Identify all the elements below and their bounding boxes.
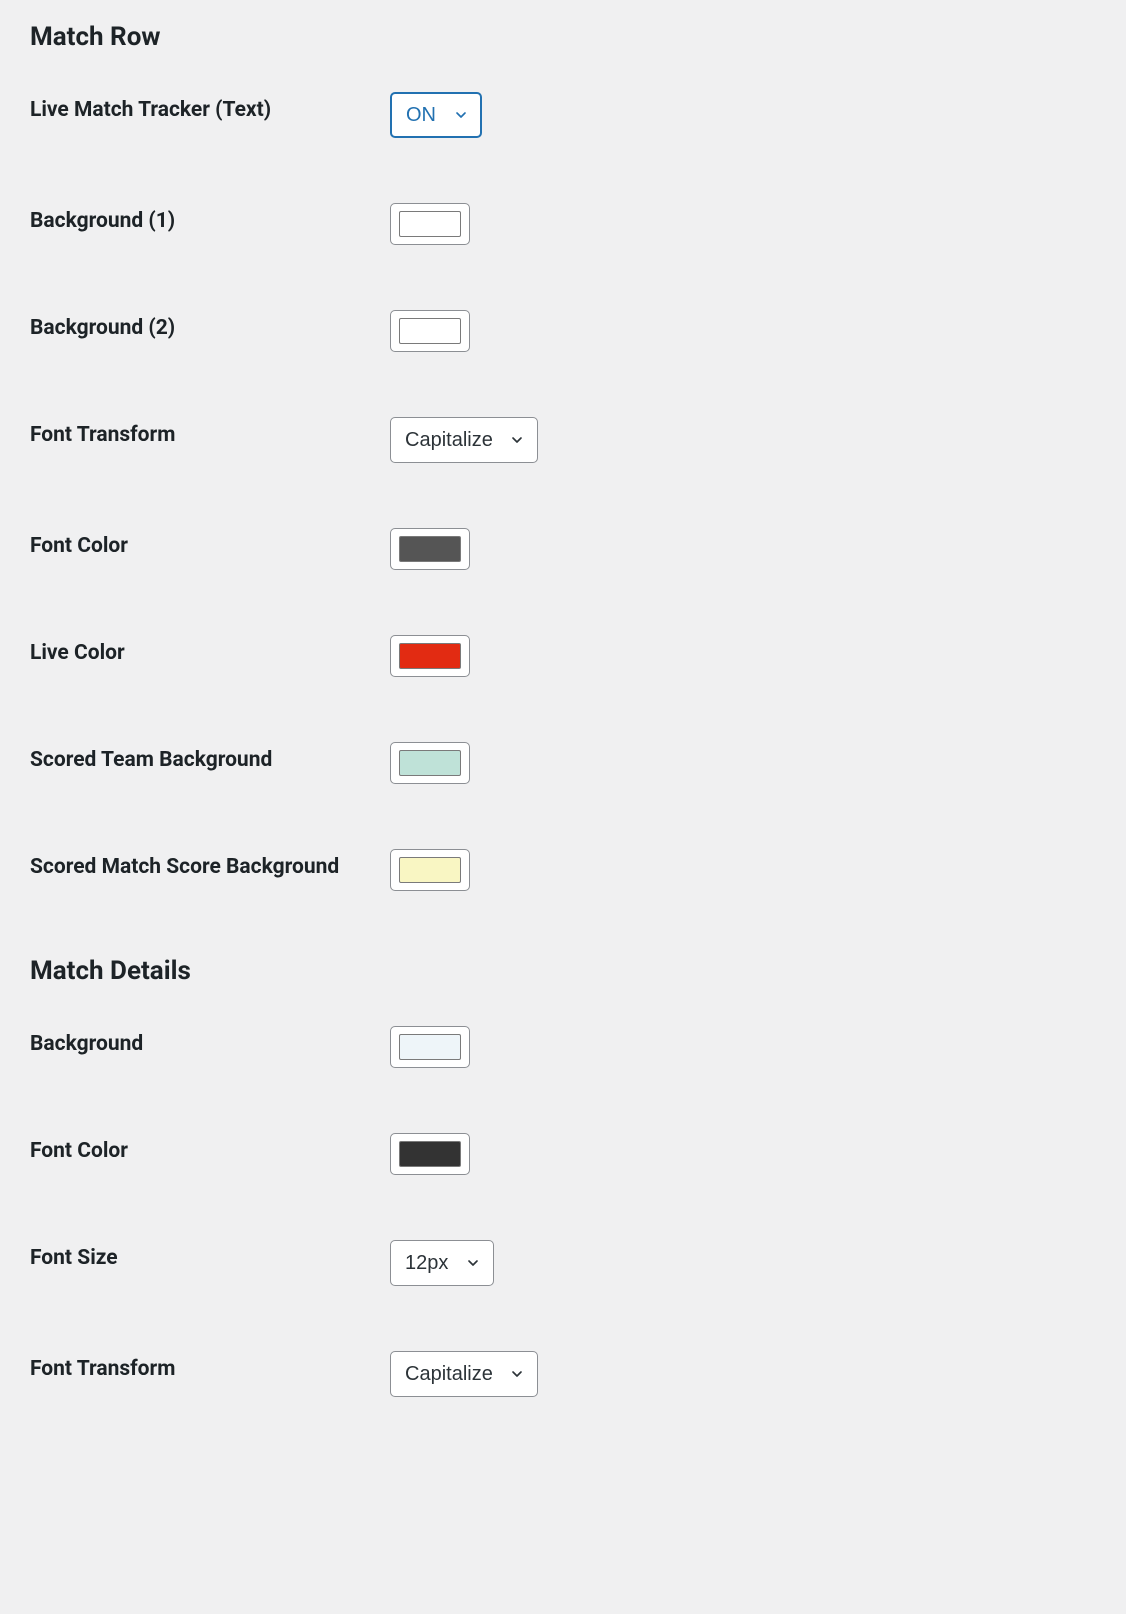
match-row-font-transform-select-wrap: Capitalize — [390, 417, 538, 463]
color-swatch — [399, 211, 461, 237]
section-heading-match-row: Match Row — [30, 22, 1096, 52]
label-scored-score-bg: Scored Match Score Background — [30, 849, 390, 881]
label-match-details-font-size: Font Size — [30, 1240, 390, 1272]
label-scored-team-bg: Scored Team Background — [30, 742, 390, 774]
row-scored-score-bg: Scored Match Score Background — [30, 849, 1096, 891]
color-swatch — [399, 318, 461, 344]
color-swatch — [399, 857, 461, 883]
color-swatch — [399, 750, 461, 776]
row-background-2: Background (2) — [30, 310, 1096, 352]
color-swatch — [399, 536, 461, 562]
match-row-font-color-button[interactable] — [390, 528, 470, 570]
row-match-details-font-color: Font Color — [30, 1133, 1096, 1175]
label-live-color: Live Color — [30, 635, 390, 667]
label-match-row-font-transform: Font Transform — [30, 417, 390, 449]
row-scored-team-bg: Scored Team Background — [30, 742, 1096, 784]
label-background-1: Background (1) — [30, 203, 390, 235]
match-details-font-size-select-wrap: 12px — [390, 1240, 494, 1286]
live-match-tracker-select-wrap: ON — [390, 92, 482, 138]
row-background-1: Background (1) — [30, 203, 1096, 245]
label-match-row-font-color: Font Color — [30, 528, 390, 560]
match-details-font-transform-select[interactable]: Capitalize — [390, 1351, 538, 1397]
row-match-details-font-transform: Font Transform Capitalize — [30, 1351, 1096, 1397]
scored-team-bg-color-button[interactable] — [390, 742, 470, 784]
label-match-details-font-color: Font Color — [30, 1133, 390, 1165]
background-1-color-button[interactable] — [390, 203, 470, 245]
label-live-match-tracker: Live Match Tracker (Text) — [30, 92, 390, 124]
color-swatch — [399, 1034, 461, 1060]
row-match-row-font-color: Font Color — [30, 528, 1096, 570]
label-match-details-background: Background — [30, 1026, 390, 1058]
row-live-color: Live Color — [30, 635, 1096, 677]
color-swatch — [399, 1141, 461, 1167]
match-details-background-color-button[interactable] — [390, 1026, 470, 1068]
live-color-button[interactable] — [390, 635, 470, 677]
row-live-match-tracker: Live Match Tracker (Text) ON — [30, 92, 1096, 138]
row-match-details-font-size: Font Size 12px — [30, 1240, 1096, 1286]
background-2-color-button[interactable] — [390, 310, 470, 352]
match-details-font-transform-select-wrap: Capitalize — [390, 1351, 538, 1397]
match-details-font-size-select[interactable]: 12px — [390, 1240, 494, 1286]
match-row-font-transform-select[interactable]: Capitalize — [390, 417, 538, 463]
color-swatch — [399, 643, 461, 669]
scored-score-bg-color-button[interactable] — [390, 849, 470, 891]
live-match-tracker-select[interactable]: ON — [390, 92, 482, 138]
label-match-details-font-transform: Font Transform — [30, 1351, 390, 1383]
section-heading-match-details: Match Details — [30, 956, 1096, 986]
match-details-font-color-button[interactable] — [390, 1133, 470, 1175]
row-match-row-font-transform: Font Transform Capitalize — [30, 417, 1096, 463]
row-match-details-background: Background — [30, 1026, 1096, 1068]
label-background-2: Background (2) — [30, 310, 390, 342]
